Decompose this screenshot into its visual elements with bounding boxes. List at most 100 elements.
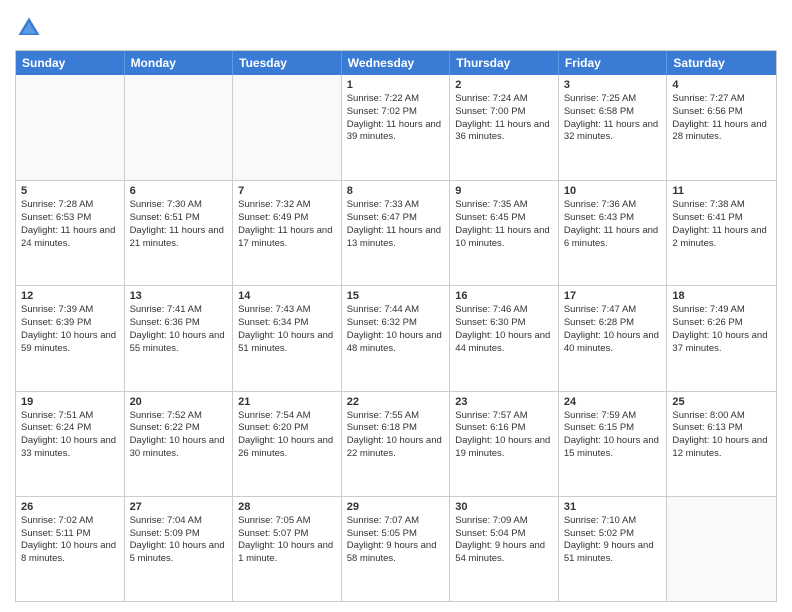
calendar-cell: 16 Sunrise: 7:46 AM Sunset: 6:30 PM Dayli… <box>450 286 559 390</box>
day-info: Sunrise: 7:05 AM Sunset: 5:07 PM Dayligh… <box>238 515 336 566</box>
header-day-saturday: Saturday <box>667 51 776 75</box>
day-number: 3 <box>564 79 662 91</box>
calendar-cell <box>16 75 125 180</box>
header-day-wednesday: Wednesday <box>342 51 451 75</box>
calendar-cell: 21Sunrise: 7:54 AM Sunset: 6:20 PM Dayli… <box>233 392 342 496</box>
calendar-cell: 8 Sunrise: 7:33 AM Sunset: 6:47 PM Daylig… <box>342 181 451 285</box>
calendar-row: 12 Sunrise: 7:39 AM Sunset: 6:39 PM Dayli… <box>16 285 776 390</box>
day-info: Sunrise: 7:47 AM Sunset: 6:28 PM Dayligh… <box>564 304 662 355</box>
day-info: Sunrise: 7:52 AM Sunset: 6:22 PM Dayligh… <box>130 410 228 461</box>
day-info: Sunrise: 7:30 AM Sunset: 6:51 PM Dayligh… <box>130 199 228 250</box>
calendar-cell: 15 Sunrise: 7:44 AM Sunset: 6:32 PM Dayli… <box>342 286 451 390</box>
calendar-body: 1 Sunrise: 7:22 AM Sunset: 7:02 PM Daylig… <box>16 75 776 601</box>
header-day-monday: Monday <box>125 51 234 75</box>
calendar-cell: 29 Sunrise: 7:07 AM Sunset: 5:05 PM Dayli… <box>342 497 451 601</box>
day-number: 22 <box>347 396 445 408</box>
day-info: Sunrise: 7:10 AM Sunset: 5:02 PM Dayligh… <box>564 515 662 566</box>
day-number: 20 <box>130 396 228 408</box>
day-number: 27 <box>130 501 228 513</box>
day-number: 6 <box>130 185 228 197</box>
day-number: 10 <box>564 185 662 197</box>
header-day-sunday: Sunday <box>16 51 125 75</box>
day-number: 25 <box>672 396 771 408</box>
calendar-cell <box>667 497 776 601</box>
day-number: 5 <box>21 185 119 197</box>
day-info: Sunrise: 7:39 AM Sunset: 6:39 PM Dayligh… <box>21 304 119 355</box>
day-number: 14 <box>238 290 336 302</box>
day-info: Sunrise: 7:41 AM Sunset: 6:36 PM Dayligh… <box>130 304 228 355</box>
calendar-cell: 10 Sunrise: 7:36 AM Sunset: 6:43 PM Dayli… <box>559 181 668 285</box>
calendar-cell: 20 Sunrise: 7:52 AM Sunset: 6:22 PM Dayli… <box>125 392 234 496</box>
day-info: Sunrise: 7:46 AM Sunset: 6:30 PM Dayligh… <box>455 304 553 355</box>
day-number: 23 <box>455 396 553 408</box>
header-day-tuesday: Tuesday <box>233 51 342 75</box>
day-number: 26 <box>21 501 119 513</box>
day-number: 7 <box>238 185 336 197</box>
calendar-row: 19 Sunrise: 7:51 AM Sunset: 6:24 PM Dayli… <box>16 391 776 496</box>
day-number: 1 <box>347 79 445 91</box>
calendar-cell <box>233 75 342 180</box>
calendar-cell: 7 Sunrise: 7:32 AM Sunset: 6:49 PM Daylig… <box>233 181 342 285</box>
day-number: 16 <box>455 290 553 302</box>
calendar-cell: 6 Sunrise: 7:30 AM Sunset: 6:51 PM Daylig… <box>125 181 234 285</box>
day-info: Sunrise: 7:44 AM Sunset: 6:32 PM Dayligh… <box>347 304 445 355</box>
calendar-row: 26 Sunrise: 7:02 AM Sunset: 5:11 PM Dayli… <box>16 496 776 601</box>
day-info: Sunrise: 8:00 AM Sunset: 6:13 PM Dayligh… <box>672 410 771 461</box>
calendar-cell <box>125 75 234 180</box>
calendar-cell: 4Sunrise: 7:27 AM Sunset: 6:56 PM Daylig… <box>667 75 776 180</box>
day-number: 28 <box>238 501 336 513</box>
calendar-cell: 27Sunrise: 7:04 AM Sunset: 5:09 PM Dayli… <box>125 497 234 601</box>
calendar-cell: 18 Sunrise: 7:49 AM Sunset: 6:26 PM Dayli… <box>667 286 776 390</box>
day-info: Sunrise: 7:33 AM Sunset: 6:47 PM Dayligh… <box>347 199 445 250</box>
day-info: Sunrise: 7:51 AM Sunset: 6:24 PM Dayligh… <box>21 410 119 461</box>
day-number: 15 <box>347 290 445 302</box>
calendar-header: SundayMondayTuesdayWednesdayThursdayFrid… <box>16 51 776 75</box>
calendar-cell: 30 Sunrise: 7:09 AM Sunset: 5:04 PM Dayli… <box>450 497 559 601</box>
day-number: 13 <box>130 290 228 302</box>
day-info: Sunrise: 7:43 AM Sunset: 6:34 PM Dayligh… <box>238 304 336 355</box>
day-info: Sunrise: 7:36 AM Sunset: 6:43 PM Dayligh… <box>564 199 662 250</box>
day-info: Sunrise: 7:38 AM Sunset: 6:41 PM Dayligh… <box>672 199 771 250</box>
day-number: 9 <box>455 185 553 197</box>
page-container: SundayMondayTuesdayWednesdayThursdayFrid… <box>0 0 792 612</box>
calendar-cell: 24Sunrise: 7:59 AM Sunset: 6:15 PM Dayli… <box>559 392 668 496</box>
day-info: Sunrise: 7:27 AM Sunset: 6:56 PM Dayligh… <box>672 93 771 144</box>
day-info: Sunrise: 7:25 AM Sunset: 6:58 PM Dayligh… <box>564 93 662 144</box>
day-info: Sunrise: 7:22 AM Sunset: 7:02 PM Dayligh… <box>347 93 445 144</box>
day-number: 2 <box>455 79 553 91</box>
calendar-cell: 22 Sunrise: 7:55 AM Sunset: 6:18 PM Dayli… <box>342 392 451 496</box>
calendar-cell: 1 Sunrise: 7:22 AM Sunset: 7:02 PM Daylig… <box>342 75 451 180</box>
day-number: 19 <box>21 396 119 408</box>
calendar-cell: 25 Sunrise: 8:00 AM Sunset: 6:13 PM Dayli… <box>667 392 776 496</box>
day-info: Sunrise: 7:49 AM Sunset: 6:26 PM Dayligh… <box>672 304 771 355</box>
calendar-cell: 3 Sunrise: 7:25 AM Sunset: 6:58 PM Daylig… <box>559 75 668 180</box>
day-number: 30 <box>455 501 553 513</box>
day-info: Sunrise: 7:55 AM Sunset: 6:18 PM Dayligh… <box>347 410 445 461</box>
calendar-cell: 12 Sunrise: 7:39 AM Sunset: 6:39 PM Dayli… <box>16 286 125 390</box>
calendar-cell: 31Sunrise: 7:10 AM Sunset: 5:02 PM Dayli… <box>559 497 668 601</box>
calendar-cell: 9 Sunrise: 7:35 AM Sunset: 6:45 PM Daylig… <box>450 181 559 285</box>
day-info: Sunrise: 7:07 AM Sunset: 5:05 PM Dayligh… <box>347 515 445 566</box>
logo <box>15 14 47 42</box>
day-number: 8 <box>347 185 445 197</box>
day-number: 11 <box>672 185 771 197</box>
calendar-cell: 13 Sunrise: 7:41 AM Sunset: 6:36 PM Dayli… <box>125 286 234 390</box>
calendar-row: 5Sunrise: 7:28 AM Sunset: 6:53 PM Daylig… <box>16 180 776 285</box>
day-info: Sunrise: 7:54 AM Sunset: 6:20 PM Dayligh… <box>238 410 336 461</box>
logo-icon <box>15 14 43 42</box>
day-number: 12 <box>21 290 119 302</box>
day-info: Sunrise: 7:32 AM Sunset: 6:49 PM Dayligh… <box>238 199 336 250</box>
calendar-row: 1 Sunrise: 7:22 AM Sunset: 7:02 PM Daylig… <box>16 75 776 180</box>
day-info: Sunrise: 7:09 AM Sunset: 5:04 PM Dayligh… <box>455 515 553 566</box>
day-number: 29 <box>347 501 445 513</box>
day-info: Sunrise: 7:35 AM Sunset: 6:45 PM Dayligh… <box>455 199 553 250</box>
header-day-thursday: Thursday <box>450 51 559 75</box>
day-number: 18 <box>672 290 771 302</box>
calendar-cell: 2Sunrise: 7:24 AM Sunset: 7:00 PM Daylig… <box>450 75 559 180</box>
calendar-cell: 26 Sunrise: 7:02 AM Sunset: 5:11 PM Dayli… <box>16 497 125 601</box>
calendar-cell: 19 Sunrise: 7:51 AM Sunset: 6:24 PM Dayli… <box>16 392 125 496</box>
page-header <box>15 10 777 42</box>
day-number: 17 <box>564 290 662 302</box>
day-info: Sunrise: 7:02 AM Sunset: 5:11 PM Dayligh… <box>21 515 119 566</box>
calendar-cell: 11 Sunrise: 7:38 AM Sunset: 6:41 PM Dayli… <box>667 181 776 285</box>
